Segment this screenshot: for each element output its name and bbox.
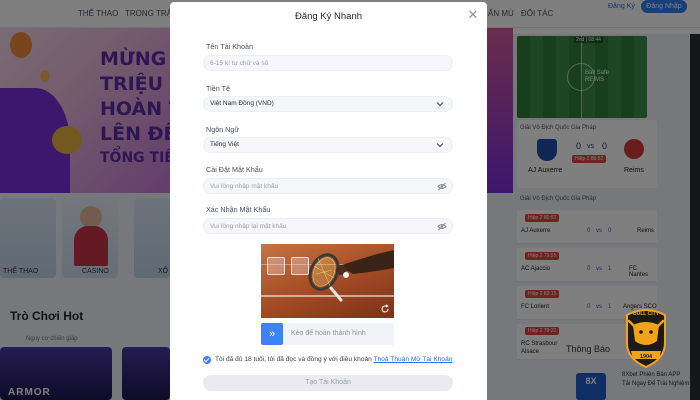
modal-title: Đăng Ký Nhanh: [294, 11, 363, 22]
chevron-down-icon: [436, 102, 444, 107]
create-account-button[interactable]: Tạo Tài Khoản: [203, 375, 453, 391]
register-modal: Đăng Ký Nhanh ✕ Tên Tài Khoản Tiền Tệ Vi…: [170, 2, 487, 400]
slider-hint: Kéo để hoàn thành hình: [291, 330, 366, 337]
puzzle-slot: [267, 257, 285, 275]
logo-text: BULL CITY: [632, 311, 660, 317]
terms-link[interactable]: Thoả Thuận Mở Tài Khoản: [374, 356, 453, 363]
language-label: Ngôn Ngữ: [206, 125, 240, 134]
confirm-password-label: Xác Nhận Mật Khẩu: [206, 205, 271, 214]
terms-text: Tôi đã đủ 18 tuổi, tôi đã đọc và đồng ý …: [215, 356, 452, 363]
chevron-down-icon: [436, 143, 444, 148]
password-label: Cài Đặt Mật Khẩu: [206, 165, 263, 174]
eye-off-icon[interactable]: [437, 182, 447, 191]
confirm-password-field: [170, 218, 487, 234]
currency-label: Tiền Tệ: [206, 84, 230, 93]
account-label: Tên Tài Khoản: [206, 42, 254, 51]
refresh-icon[interactable]: [380, 304, 390, 314]
captcha-slider[interactable]: » Kéo để hoàn thành hình: [261, 323, 394, 345]
currency-value: Việt Nam Đồng (VND): [210, 100, 274, 107]
confirm-password-input[interactable]: [203, 218, 453, 234]
tennis-racket-icon: [308, 250, 394, 302]
language-select[interactable]: Tiếng Việt: [203, 137, 453, 153]
terms-checkbox[interactable]: [203, 356, 211, 364]
password-field: [170, 178, 487, 194]
logo-year: 1904: [639, 354, 653, 360]
password-input[interactable]: [203, 178, 453, 194]
currency-select[interactable]: Việt Nam Đồng (VND): [203, 96, 453, 112]
terms-statement: Tôi đã đủ 18 tuổi, tôi đã đọc và đồng ý …: [215, 356, 372, 363]
close-icon[interactable]: ✕: [466, 8, 480, 22]
terms-agreement: Tôi đã đủ 18 tuổi, tôi đã đọc và đồng ý …: [203, 356, 463, 366]
eye-off-icon[interactable]: [437, 222, 447, 231]
slider-handle[interactable]: »: [261, 323, 283, 345]
captcha-image: [261, 244, 394, 318]
account-input[interactable]: [203, 55, 453, 71]
language-value: Tiếng Việt: [210, 141, 239, 148]
puzzle-piece: [291, 257, 309, 275]
